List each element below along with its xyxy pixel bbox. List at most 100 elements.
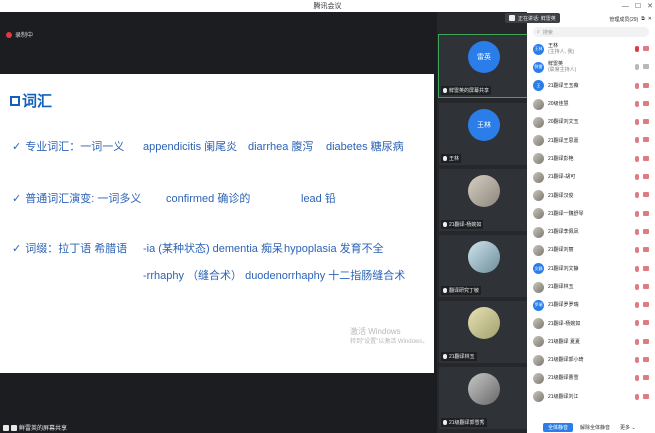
camera-icon[interactable] xyxy=(643,393,649,399)
participant-row[interactable]: 20级佳慧 xyxy=(527,95,655,113)
video-tile[interactable]: 翻译研究丁敏 xyxy=(439,235,527,297)
participant-row[interactable]: 21级翻译 夏夏 xyxy=(527,333,655,351)
shared-slide: 词汇 ✓ 专业词汇：一词一义 appendicitis 阑尾炎 diarrhea … xyxy=(0,74,434,373)
participant-row[interactable]: 21翻译李佩凤 xyxy=(527,223,655,241)
unmute-all-button[interactable]: 解除全体静音 xyxy=(577,423,613,432)
camera-icon[interactable] xyxy=(643,283,649,289)
check-icon: ✓ xyxy=(12,141,22,153)
camera-icon[interactable] xyxy=(643,228,649,234)
recording-indicator[interactable]: 录制中 xyxy=(6,30,33,39)
mic-icon[interactable] xyxy=(635,265,639,272)
share-status-label: 鲜雷英的屏幕共享 xyxy=(19,426,68,432)
camera-icon[interactable] xyxy=(643,119,649,125)
mic-icon[interactable] xyxy=(635,320,639,327)
mic-icon xyxy=(443,222,447,227)
camera-icon[interactable] xyxy=(643,174,649,180)
mic-icon[interactable] xyxy=(635,247,639,254)
mic-icon[interactable] xyxy=(635,82,639,89)
participant-row[interactable]: 21翻译一魏舒琴 xyxy=(527,205,655,223)
video-tile[interactable]: 雷英 鲜雷英的屏幕共享 xyxy=(438,34,528,98)
mic-icon[interactable] xyxy=(635,338,639,345)
mic-icon[interactable] xyxy=(635,100,639,107)
participant-row[interactable]: 21翻译彭艳 xyxy=(527,150,655,168)
camera-icon[interactable] xyxy=(643,357,649,363)
video-tile[interactable]: 21翻译-杨婉如 xyxy=(439,169,527,231)
mic-icon[interactable] xyxy=(635,283,639,290)
participant-row[interactable]: 21翻译林玉 xyxy=(527,278,655,296)
camera-icon[interactable] xyxy=(643,210,649,216)
slide-line-text: 专业词汇：一词一义 xyxy=(25,141,125,153)
camera-icon[interactable] xyxy=(643,265,649,271)
tile-name: 鲜雷英的屏幕共享 xyxy=(441,86,492,95)
close-panel-icon[interactable]: ✕ xyxy=(648,16,652,22)
tile-name: 王林 xyxy=(441,154,462,163)
avatar: 鲜雷 xyxy=(533,61,544,73)
close-icon[interactable]: ✕ xyxy=(647,2,653,10)
video-tile[interactable]: 21翻译林玉 xyxy=(439,301,527,363)
avatar xyxy=(533,244,544,256)
participant-row[interactable]: 王林 王林 (主持人, 我) xyxy=(527,40,655,58)
participant-row[interactable]: 20翻译刘文玉 xyxy=(527,113,655,131)
mic-icon xyxy=(443,420,447,425)
mic-icon[interactable] xyxy=(635,393,639,400)
slide-term: diarrhea 腹泻 xyxy=(248,141,314,153)
camera-icon[interactable] xyxy=(643,375,649,381)
recording-label: 录制中 xyxy=(15,33,34,39)
participant-row[interactable]: 21翻译刘丽 xyxy=(527,241,655,259)
camera-icon[interactable] xyxy=(643,46,649,51)
camera-icon[interactable] xyxy=(643,320,649,326)
speaker-icon xyxy=(509,15,515,21)
manage-members-label: 管理成员(29) xyxy=(609,16,639,23)
mic-icon[interactable] xyxy=(635,155,639,162)
avatar xyxy=(533,208,544,220)
more-button[interactable]: 更多 ⌄ xyxy=(617,423,639,432)
participant-row[interactable]: 21翻译-杨婉如 xyxy=(527,314,655,332)
camera-icon[interactable] xyxy=(643,302,649,308)
participant-row[interactable]: 王 21翻译王玉薇 xyxy=(527,77,655,95)
camera-icon[interactable] xyxy=(643,100,649,106)
mic-icon[interactable] xyxy=(635,137,639,144)
slide-line-3: ✓ 词缀：拉丁语 希腊语 xyxy=(12,240,127,256)
member-search-input[interactable]: ⌕ 搜索 xyxy=(533,27,649,37)
participant-row[interactable]: 21级翻译郭小琦 xyxy=(527,351,655,369)
mic-icon[interactable] xyxy=(635,119,639,126)
mic-icon[interactable] xyxy=(635,228,639,235)
mute-all-button[interactable]: 全体静音 xyxy=(543,423,574,432)
avatar xyxy=(533,336,544,348)
mic-icon[interactable] xyxy=(635,46,639,52)
avatar xyxy=(533,281,544,293)
camera-icon[interactable] xyxy=(643,247,649,253)
camera-icon[interactable] xyxy=(643,64,649,70)
video-tile[interactable]: 王林 王林 xyxy=(439,103,527,165)
popout-icon[interactable]: ⧉ xyxy=(641,16,645,22)
camera-icon[interactable] xyxy=(643,155,649,161)
video-tile[interactable]: 21级翻译郭雪秀 xyxy=(439,367,527,429)
share-status-bar[interactable]: 鲜雷英的屏幕共享 xyxy=(0,422,67,433)
mic-icon[interactable] xyxy=(635,302,639,309)
participant-row[interactable]: 21级翻译刘江 xyxy=(527,388,655,406)
camera-icon[interactable] xyxy=(643,82,649,88)
participant-row[interactable]: 文静 21翻译刘文静 xyxy=(527,260,655,278)
participant-row[interactable]: 罗瑞 21翻译罗罗瑞 xyxy=(527,296,655,314)
mic-icon xyxy=(443,88,447,93)
participant-row[interactable]: 21翻译王思嘉 xyxy=(527,131,655,149)
screen-share-icon xyxy=(11,424,17,431)
mic-icon[interactable] xyxy=(635,174,639,181)
mic-icon[interactable] xyxy=(635,64,639,71)
participant-row[interactable]: 21级翻译曹雪 xyxy=(527,369,655,387)
maximize-icon[interactable]: ☐ xyxy=(635,2,641,10)
slide-term: confirmed 确诊的 xyxy=(166,193,251,205)
participant-row[interactable]: 鲜雷 鲜雷英 (联席主持人) xyxy=(527,58,655,76)
camera-icon[interactable] xyxy=(643,338,649,344)
participant-row[interactable]: 21翻译-胡可 xyxy=(527,168,655,186)
minimize-icon[interactable]: — xyxy=(622,3,629,10)
mic-icon[interactable] xyxy=(635,375,639,382)
mic-icon[interactable] xyxy=(635,210,639,217)
camera-icon[interactable] xyxy=(643,192,649,198)
avatar xyxy=(533,318,544,330)
mic-icon[interactable] xyxy=(635,192,639,199)
participant-row[interactable]: 21翻译汉俊 xyxy=(527,186,655,204)
mic-icon[interactable] xyxy=(635,357,639,364)
camera-icon[interactable] xyxy=(643,137,649,143)
avatar xyxy=(468,373,500,405)
